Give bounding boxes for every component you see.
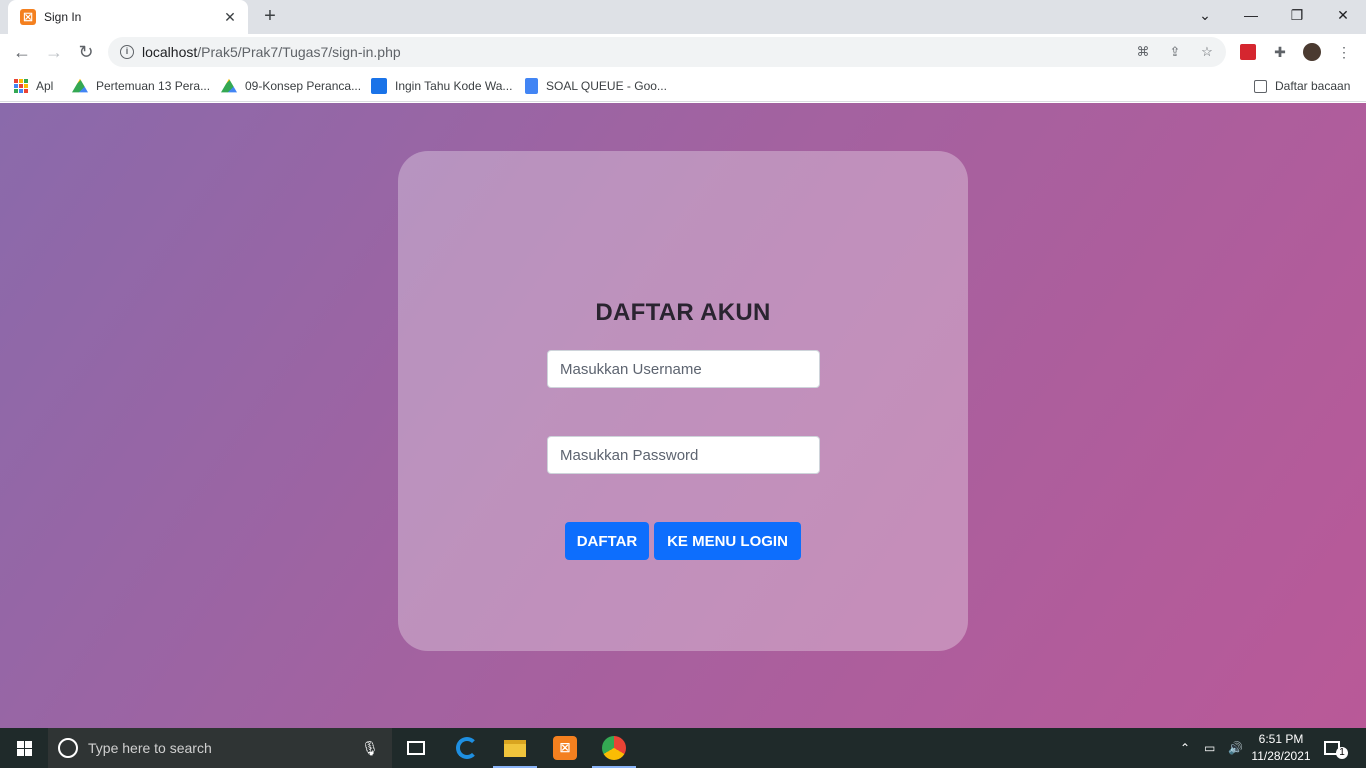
info-icon[interactable]: i <box>120 45 134 59</box>
profile-avatar[interactable] <box>1302 42 1322 62</box>
reading-list-button[interactable]: Daftar bacaan <box>1254 76 1350 96</box>
close-tab-icon[interactable]: ✕ <box>222 9 238 25</box>
clock-date: 11/28/2021 <box>1251 749 1311 763</box>
bookmark-label: Pertemuan 13 Pera... <box>96 79 211 93</box>
clock[interactable]: 6:51 PM 11/28/2021 <box>1246 731 1316 765</box>
restore-button[interactable]: ❐ <box>1274 0 1320 30</box>
reload-button[interactable]: ↻ <box>72 38 100 66</box>
password-input[interactable] <box>547 436 820 474</box>
chrome-icon[interactable] <box>590 728 638 768</box>
task-view-icon[interactable] <box>392 728 440 768</box>
microphone-icon[interactable]: 🎙 <box>360 740 380 757</box>
notification-center-icon[interactable]: 1 <box>1324 728 1348 768</box>
windows-logo-icon <box>16 740 32 756</box>
file-explorer-icon[interactable] <box>491 728 539 768</box>
back-button[interactable]: ← <box>8 38 36 66</box>
clock-time: 6:51 PM <box>1258 732 1304 746</box>
xampp-icon: ☒ <box>20 9 36 25</box>
extension-mendeley-icon[interactable] <box>1238 42 1258 62</box>
reading-list-icon <box>1254 79 1267 93</box>
apps-grid-icon <box>14 79 28 93</box>
register-button[interactable]: DAFTAR <box>565 522 649 560</box>
login-menu-button[interactable]: KE MENU LOGIN <box>654 522 801 560</box>
taskbar-search[interactable]: Type here to search 🎙 <box>48 728 392 768</box>
url-host: localhost <box>142 44 198 60</box>
tab-title: Sign In <box>44 10 82 24</box>
translate-icon[interactable]: ⌘ <box>1134 43 1152 61</box>
volume-icon[interactable]: 🔊 <box>1228 728 1243 768</box>
tab-search-icon[interactable]: ⌄ <box>1182 0 1228 30</box>
page-background: DAFTAR AKUN DAFTAR KE MENU LOGIN <box>0 103 1366 728</box>
bookmark-item[interactable]: Pertemuan 13 Pera... <box>72 76 210 96</box>
apps-bookmark[interactable]: Apl <box>14 76 53 96</box>
share-icon[interactable]: ⇪ <box>1166 43 1184 61</box>
taskbar: Type here to search 🎙 ☒ ⌃ ▭ 🔊 6:51 PM 11… <box>0 728 1366 768</box>
search-placeholder: Type here to search <box>88 740 212 756</box>
username-input[interactable] <box>547 350 820 388</box>
extensions-puzzle-icon[interactable]: ✚ <box>1270 42 1290 62</box>
wave-site-icon <box>371 78 387 94</box>
battery-icon[interactable]: ▭ <box>1204 728 1215 768</box>
bookmark-label: Apl <box>36 79 54 93</box>
google-docs-icon <box>525 78 538 94</box>
url-path: /Prak5/Prak7/Tugas7/sign-in.php <box>197 44 401 60</box>
bookmark-item[interactable]: SOAL QUEUE - Goo... <box>525 76 667 96</box>
page-title: DAFTAR AKUN <box>595 299 771 326</box>
close-window-button[interactable]: ✕ <box>1320 0 1366 30</box>
menu-icon[interactable]: ⋮ <box>1334 42 1354 62</box>
bookmark-label: SOAL QUEUE - Goo... <box>546 79 667 93</box>
reading-list-label: Daftar bacaan <box>1275 79 1351 93</box>
bookmark-star-icon[interactable]: ☆ <box>1198 43 1216 61</box>
address-bar[interactable]: i localhost/Prak5/Prak7/Tugas7/sign-in.p… <box>108 37 1226 67</box>
register-card: DAFTAR AKUN DAFTAR KE MENU LOGIN <box>398 151 968 651</box>
bookmark-label: Ingin Tahu Kode Wa... <box>395 79 513 93</box>
minimize-button[interactable]: — <box>1228 0 1274 30</box>
google-drive-icon <box>72 78 88 93</box>
notification-badge: 1 <box>1336 747 1348 759</box>
show-hidden-icons[interactable]: ⌃ <box>1180 728 1190 768</box>
tab-strip: ☒ Sign In ✕ + ⌄ — ❐ ✕ <box>0 0 1366 34</box>
google-drive-icon <box>221 78 237 93</box>
start-button[interactable] <box>0 728 48 768</box>
bookmark-item[interactable]: Ingin Tahu Kode Wa... <box>371 76 512 96</box>
new-tab-button[interactable]: + <box>258 6 282 28</box>
xampp-taskbar-icon[interactable]: ☒ <box>541 728 589 768</box>
edge-icon[interactable] <box>443 728 491 768</box>
browser-toolbar: ← → ↻ i localhost/Prak5/Prak7/Tugas7/sig… <box>0 34 1366 70</box>
cortana-icon <box>58 738 78 758</box>
bookmark-label: 09-Konsep Peranca... <box>245 79 362 93</box>
bookmark-item[interactable]: 09-Konsep Peranca... <box>221 76 361 96</box>
browser-tab[interactable]: ☒ Sign In ✕ <box>8 0 248 34</box>
bookmarks-bar: Apl Pertemuan 13 Pera... 09-Konsep Peran… <box>0 70 1366 102</box>
forward-button[interactable]: → <box>40 38 68 66</box>
